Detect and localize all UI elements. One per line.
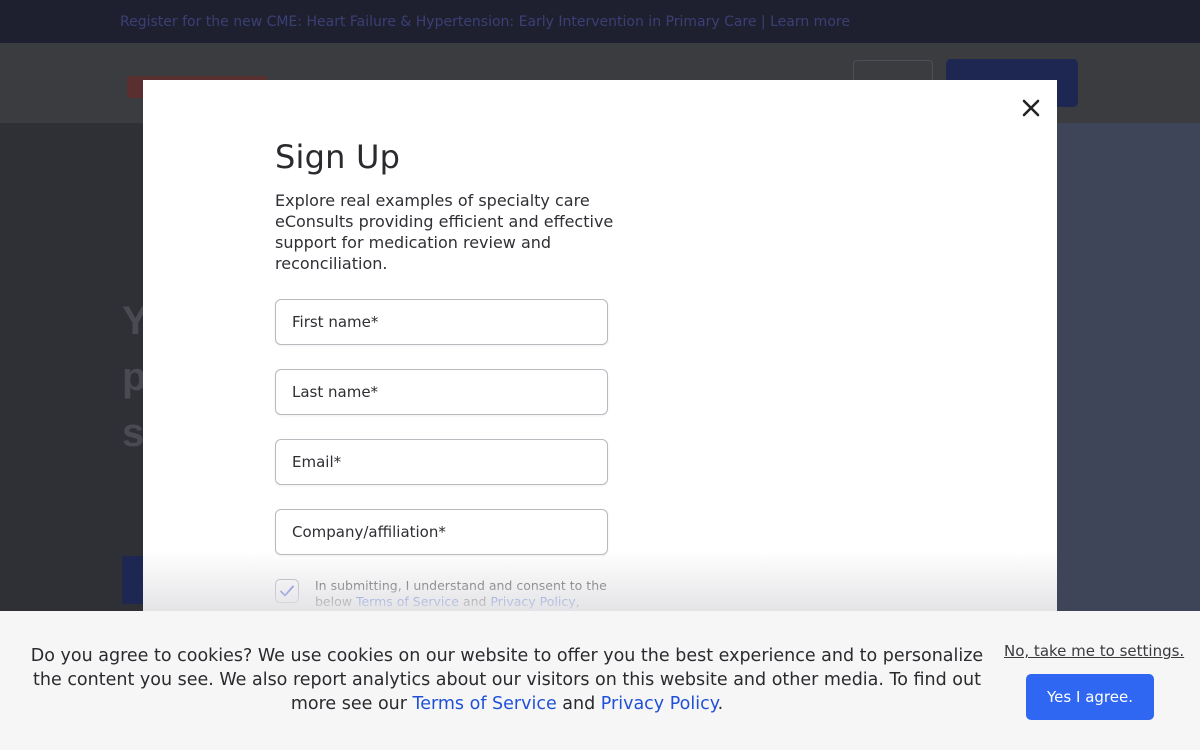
consent-text-and: and [458,594,491,609]
cookie-terms-link[interactable]: Terms of Service [413,694,557,714]
cookie-banner: Do you agree to cookies? We use cookies … [0,611,1200,750]
consent-terms-link[interactable]: Terms of Service [356,594,459,609]
checkmark-icon [280,585,294,597]
cookie-settings-link[interactable]: No, take me to settings. [1004,642,1184,660]
cookie-privacy-link[interactable]: Privacy Policy [601,694,718,714]
signup-modal: Sign Up Explore real examples of special… [143,80,1057,611]
form-title: Sign Up [275,138,401,176]
announcement-text[interactable]: Register for the new CME: Heart Failure … [120,14,850,30]
cookie-text-and: and [556,694,601,714]
close-modal-button[interactable] [1017,94,1045,122]
consent-privacy-link[interactable]: Privacy Policy [490,594,575,609]
form-description: Explore real examples of specialty care … [275,191,614,273]
cookie-text-after: . [717,694,724,714]
company-affiliation-input[interactable] [275,509,608,555]
announcement-bar[interactable]: Register for the new CME: Heart Failure … [0,0,1200,43]
email-input[interactable] [275,439,608,485]
last-name-input[interactable] [275,369,608,415]
close-icon [1022,99,1040,117]
hero-image-panel [1057,123,1200,611]
hero-cta-button[interactable] [122,556,144,604]
cookie-agree-button[interactable]: Yes I agree. [1026,674,1154,720]
consent-checkbox[interactable] [275,579,299,603]
first-name-input[interactable] [275,299,608,345]
consent-text: In submitting, I understand and consent … [315,578,615,611]
cookie-message: Do you agree to cookies? We use cookies … [20,644,994,716]
